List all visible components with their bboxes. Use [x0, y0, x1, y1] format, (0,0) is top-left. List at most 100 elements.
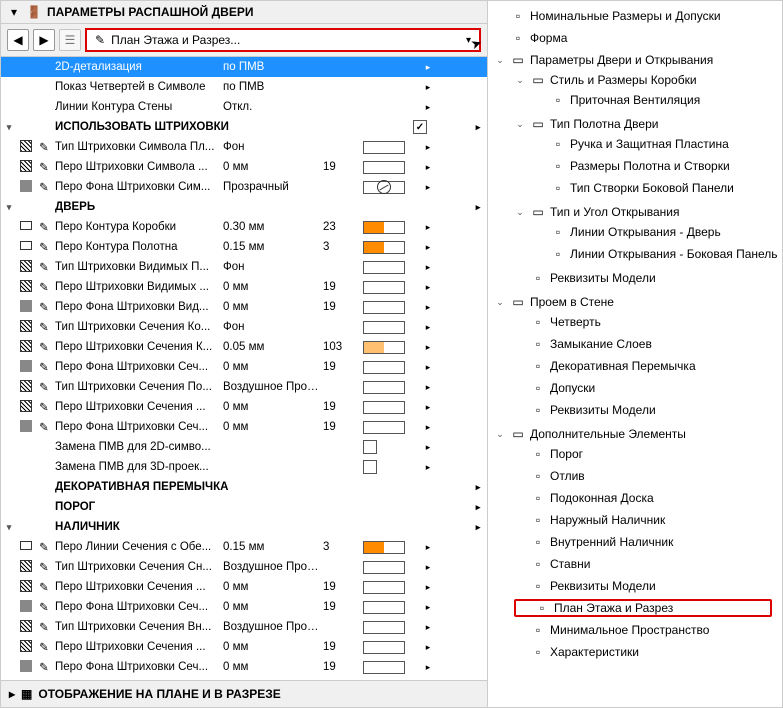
param-value[interactable]: 0.30 мм [223, 221, 323, 233]
checkbox[interactable] [363, 460, 377, 474]
color-swatch[interactable] [363, 281, 419, 294]
tree-item[interactable]: ·▫Приточная Вентиляция [534, 91, 782, 109]
tree-item[interactable]: ⌄▭Параметры Двери и Открывания [494, 51, 782, 69]
table-row[interactable]: ▸2D-детализацияпо ПМВ▸ [1, 57, 487, 77]
param-value[interactable]: 0 мм [223, 361, 323, 373]
row-menu-icon[interactable]: ▸ [419, 362, 437, 373]
row-menu-icon[interactable]: ▸ [419, 222, 437, 233]
row-menu-icon[interactable]: ▸ [469, 482, 487, 493]
param-value[interactable]: Фон [223, 261, 323, 273]
param-value[interactable]: 0.15 мм [223, 541, 323, 553]
table-row[interactable]: ▸Замена ПМВ для 3D-проек...▸ [1, 457, 487, 477]
color-swatch[interactable] [363, 221, 419, 234]
param-value[interactable]: Фон [223, 321, 323, 333]
param-value2[interactable]: 19 [323, 361, 363, 373]
row-menu-icon[interactable]: ▸ [419, 422, 437, 433]
param-value[interactable]: Воздушное Прост... [223, 621, 323, 633]
tree-item[interactable]: ·▫Ручка и Защитная Пластина [534, 135, 782, 153]
table-row[interactable]: ▸✎Перо Штриховки Сечения К...0.05 мм103▸ [1, 337, 487, 357]
color-swatch[interactable] [363, 181, 419, 194]
row-menu-icon[interactable]: ▸ [419, 62, 437, 73]
param-value2[interactable]: 19 [323, 161, 363, 173]
prev-button[interactable]: ◀ [7, 29, 29, 51]
tree-item[interactable]: ·▫Четверть [514, 313, 782, 331]
tree-item[interactable]: ·▫Линии Открывания - Дверь [534, 223, 782, 241]
tree-item[interactable]: ·▫Минимальное Пространство [514, 621, 782, 639]
row-menu-icon[interactable]: ▸ [419, 642, 437, 653]
param-value2[interactable]: 19 [323, 661, 363, 673]
tree-item[interactable]: ·▫План Этажа и Разрез [514, 599, 772, 617]
row-menu-icon[interactable]: ▸ [419, 402, 437, 413]
param-value2[interactable]: 3 [323, 541, 363, 553]
row-menu-icon[interactable]: ▸ [469, 202, 487, 213]
param-value2[interactable]: 19 [323, 401, 363, 413]
table-row[interactable]: ▸✎Перо Линии Сечения с Обе...0.15 мм3▸ [1, 537, 487, 557]
row-menu-icon[interactable]: ▸ [419, 662, 437, 673]
table-row[interactable]: ▸✎Перо Штриховки Сечения ...0 мм19▸ [1, 637, 487, 657]
tree-caret-icon[interactable]: ⌄ [494, 55, 506, 66]
parameter-table[interactable]: ▸2D-детализацияпо ПМВ▸▸Показ Четвертей в… [1, 57, 487, 680]
color-swatch[interactable] [363, 601, 419, 614]
tree-item[interactable]: ⌄▭Проем в Стене [494, 293, 782, 311]
row-menu-icon[interactable]: ▸ [419, 602, 437, 613]
row-menu-icon[interactable]: ▸ [419, 302, 437, 313]
tree-item[interactable]: ·▫Внутренний Наличник [514, 533, 782, 551]
color-swatch[interactable] [363, 641, 419, 654]
panel-header[interactable]: ▾ 🚪 ПАРАМЕТРЫ РАСПАШНОЙ ДВЕРИ [1, 1, 487, 24]
tree-caret-icon[interactable]: ⌄ [494, 297, 506, 308]
table-row[interactable]: ▸✎Перо Штриховки Сечения ...0 мм19▸ [1, 397, 487, 417]
table-row[interactable]: ▸✎Перо Штриховки Сечения ...0 мм19▸ [1, 577, 487, 597]
color-swatch[interactable] [363, 261, 419, 274]
color-swatch[interactable] [363, 581, 419, 594]
tree-item[interactable]: ⌄▭Стиль и Размеры Коробки [514, 71, 782, 89]
color-swatch[interactable] [363, 321, 419, 334]
tree-item[interactable]: ·▫Отлив [514, 467, 782, 485]
tree-item[interactable]: ·▫Наружный Наличник [514, 511, 782, 529]
tree-item[interactable]: ·▫Декоративная Перемычка [514, 357, 782, 375]
row-menu-icon[interactable]: ▸ [419, 322, 437, 333]
tree-item[interactable]: ·▫Подоконная Доска [514, 489, 782, 507]
next-button[interactable]: ▶ [33, 29, 55, 51]
row-menu-icon[interactable]: ▸ [419, 342, 437, 353]
list-button[interactable]: ☰ [59, 29, 81, 51]
row-menu-icon[interactable]: ▸ [419, 462, 437, 473]
param-value[interactable]: 0 мм [223, 581, 323, 593]
color-swatch[interactable] [363, 661, 419, 674]
tree-item[interactable]: ·▫Характеристики [514, 643, 782, 661]
param-value2[interactable]: 23 [323, 221, 363, 233]
param-value[interactable]: 0 мм [223, 301, 323, 313]
color-swatch[interactable] [363, 541, 419, 554]
tree-item[interactable]: ·▫Допуски [514, 379, 782, 397]
param-value[interactable]: 0 мм [223, 601, 323, 613]
table-row[interactable]: ▸✎Тип Штриховки Сечения Ко...Фон▸ [1, 317, 487, 337]
row-menu-icon[interactable]: ▸ [419, 182, 437, 193]
table-row[interactable]: ▸Замена ПМВ для 2D-симво...▸ [1, 437, 487, 457]
color-swatch[interactable] [363, 141, 419, 154]
tree-item[interactable]: ⌄▭Дополнительные Элементы [494, 425, 782, 443]
row-menu-icon[interactable]: ▸ [419, 82, 437, 93]
tree-item[interactable]: ·▫Замыкание Слоев [514, 335, 782, 353]
expand-toggle[interactable]: ▾ [1, 202, 17, 213]
tree-caret-icon[interactable]: ⌄ [514, 207, 526, 218]
param-value[interactable]: 0.05 мм [223, 341, 323, 353]
table-row[interactable]: ▸ПОРОГ▸ [1, 497, 487, 517]
table-row[interactable]: ▾ИСПОЛЬЗОВАТЬ ШТРИХОВКИ✓▸ [1, 117, 487, 137]
param-value[interactable]: 0 мм [223, 661, 323, 673]
row-menu-icon[interactable]: ▸ [419, 102, 437, 113]
param-value2[interactable]: 19 [323, 641, 363, 653]
tree-caret-icon[interactable]: ⌄ [514, 75, 526, 86]
color-swatch[interactable] [363, 421, 419, 434]
table-row[interactable]: ▸✎Тип Штриховки Видимых П...Фон▸ [1, 257, 487, 277]
checkbox[interactable]: ✓ [413, 120, 427, 134]
color-swatch[interactable] [363, 341, 419, 354]
tree-caret-icon[interactable]: ⌄ [494, 429, 506, 440]
table-row[interactable]: ▸✎Перо Фона Штриховки Сеч...0 мм19▸ [1, 417, 487, 437]
row-menu-icon[interactable]: ▸ [419, 542, 437, 553]
table-row[interactable]: ▸✎Перо Фона Штриховки Сеч...0 мм19▸ [1, 597, 487, 617]
view-dropdown[interactable]: ✎ План Этажа и Разрез... ➤ [85, 28, 481, 52]
param-value[interactable]: Воздушное Прост... [223, 381, 323, 393]
row-menu-icon[interactable]: ▸ [419, 162, 437, 173]
param-value[interactable]: Воздушное Прост... [223, 561, 323, 573]
row-menu-icon[interactable]: ▸ [419, 562, 437, 573]
row-menu-icon[interactable]: ▸ [419, 282, 437, 293]
